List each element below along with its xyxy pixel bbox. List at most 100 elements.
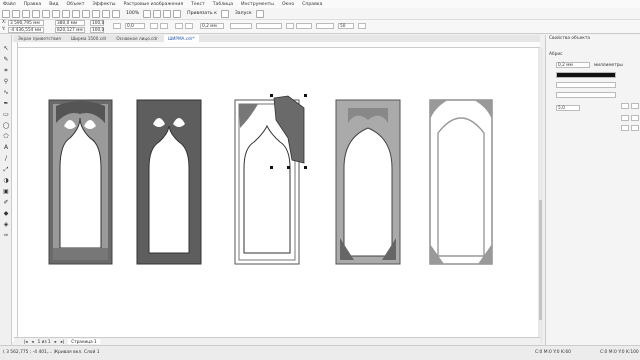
page-tab[interactable]: Страница 1 xyxy=(68,338,100,344)
freehand-tool-icon[interactable]: ∿ xyxy=(2,89,10,97)
pick-tool-icon[interactable]: ↖ xyxy=(2,45,10,53)
outline-color-info[interactable]: C:0 M:0 Y:0 K:100 xyxy=(600,350,639,355)
close-curve-icon[interactable] xyxy=(286,23,294,29)
outline-width-field[interactable]: 0,2 мм xyxy=(200,23,224,29)
menu-window[interactable]: Окно xyxy=(282,2,294,7)
rotation-angle-field[interactable]: 0,0 xyxy=(125,23,145,29)
corner-value-input[interactable]: 5,0 xyxy=(556,105,580,111)
show-grid-icon[interactable] xyxy=(163,9,172,18)
last-page-icon[interactable]: ▸| xyxy=(61,339,65,344)
paste-icon[interactable] xyxy=(62,9,70,18)
menu-object[interactable]: Объект xyxy=(67,2,85,7)
selection-handle[interactable] xyxy=(304,166,307,169)
smart-fill-icon[interactable]: ◈ xyxy=(2,221,10,229)
position-outside-icon[interactable] xyxy=(631,125,639,131)
copy-icon[interactable] xyxy=(52,9,60,18)
lock-ratio-icon[interactable] xyxy=(113,23,121,29)
ellipse-tool-icon[interactable]: ◯ xyxy=(2,122,10,130)
cut-icon[interactable] xyxy=(42,9,50,18)
blend-tool-icon[interactable]: ◑ xyxy=(2,177,10,185)
mirror-horizontal-icon[interactable] xyxy=(150,23,158,29)
undo-icon[interactable] xyxy=(72,9,80,18)
menu-file[interactable]: Файл xyxy=(3,2,16,7)
selection-handle[interactable] xyxy=(304,94,307,97)
tab-welcome[interactable]: Экран приветствия xyxy=(14,35,65,42)
menu-tools[interactable]: Инструменты xyxy=(241,2,274,7)
line-cap-icon[interactable] xyxy=(621,115,629,121)
zoom-tool-icon[interactable]: ⚲ xyxy=(2,78,10,86)
menu-edit[interactable]: Правка xyxy=(24,2,41,7)
prev-page-icon[interactable]: ◂ xyxy=(32,339,34,344)
options-icon[interactable] xyxy=(255,9,264,18)
text-tool-icon[interactable]: A xyxy=(2,144,10,152)
selection-handle[interactable] xyxy=(270,94,273,97)
line-style-select[interactable] xyxy=(556,82,616,88)
envelope-icon[interactable] xyxy=(296,23,312,29)
drawing-canvas[interactable] xyxy=(18,48,538,338)
rectangle-tool-icon[interactable]: ▭ xyxy=(2,111,10,119)
menu-view[interactable]: Вид xyxy=(49,2,58,7)
gothic-panel-outline[interactable] xyxy=(429,99,493,265)
import-icon[interactable] xyxy=(92,9,100,18)
print-icon[interactable] xyxy=(32,9,40,18)
number-field[interactable]: 50 xyxy=(338,23,354,29)
unit-label[interactable]: миллиметры xyxy=(594,63,623,68)
tab-main-face[interactable]: Оснавное лицо.cdr xyxy=(112,35,161,42)
connector-tool-icon[interactable]: ⤢ xyxy=(2,166,10,174)
mirror-vertical-icon[interactable] xyxy=(160,23,168,29)
trim-icon[interactable] xyxy=(185,23,193,29)
x-position-field[interactable]: 3 590,795 мм xyxy=(8,20,44,26)
transparency-tool-icon[interactable]: ▣ xyxy=(2,188,10,196)
redo-icon[interactable] xyxy=(82,9,90,18)
menu-text[interactable]: Текст xyxy=(191,2,205,7)
new-file-icon[interactable] xyxy=(2,9,10,18)
smoothing-icon[interactable] xyxy=(316,23,334,29)
first-page-icon[interactable]: |◂ xyxy=(24,339,28,344)
line-style-dropdown[interactable] xyxy=(230,23,252,29)
show-guides-icon[interactable] xyxy=(173,9,182,18)
shape-tool-icon[interactable]: ✎ xyxy=(2,56,10,64)
outline-pen-icon[interactable]: ✑ xyxy=(2,232,10,240)
line-end-dropdown[interactable] xyxy=(256,23,282,29)
export-icon[interactable] xyxy=(102,9,110,18)
fill-color-info[interactable]: C:0 M:0 Y:0 K:60 xyxy=(535,350,571,355)
line-end-select[interactable] xyxy=(556,92,616,98)
artistic-media-icon[interactable]: ✒ xyxy=(2,100,10,108)
eyedropper-tool-icon[interactable]: ✐ xyxy=(2,199,10,207)
height-field[interactable]: 820,127 мм xyxy=(55,27,85,33)
publish-pdf-icon[interactable] xyxy=(112,9,120,18)
width-field[interactable]: 380,0 мм xyxy=(55,20,85,26)
snap-to-dropdown[interactable]: Привязать к xyxy=(187,11,217,16)
crop-tool-icon[interactable]: ⌗ xyxy=(2,67,10,75)
launch-dropdown[interactable]: Запуск xyxy=(235,11,252,16)
settings-icon[interactable] xyxy=(220,9,229,18)
selection-handle[interactable] xyxy=(270,166,273,169)
open-file-icon[interactable] xyxy=(12,9,20,18)
polygon-tool-icon[interactable]: ⬠ xyxy=(2,133,10,141)
gothic-panel-dark[interactable] xyxy=(136,99,202,265)
menu-bitmaps[interactable]: Растровые изображения xyxy=(123,2,183,7)
line-join-icon[interactable] xyxy=(631,115,639,121)
show-rulers-icon[interactable] xyxy=(153,9,162,18)
menu-table[interactable]: Таблица xyxy=(213,2,233,7)
scrollbar-thumb[interactable] xyxy=(539,200,542,320)
union-icon[interactable] xyxy=(175,23,183,29)
selection-handle[interactable] xyxy=(287,166,290,169)
fill-tool-icon[interactable]: ◆ xyxy=(2,210,10,218)
position-inside-icon[interactable] xyxy=(621,125,629,131)
gothic-panel-selected[interactable] xyxy=(234,94,307,265)
tab-shirma-active[interactable]: ШИРМА.cdr* xyxy=(163,35,199,42)
save-icon[interactable] xyxy=(22,9,30,18)
full-screen-icon[interactable] xyxy=(143,9,152,18)
outline-width-input[interactable]: 0,2 мм xyxy=(556,62,590,68)
outline-color-swatch[interactable] xyxy=(556,72,616,78)
tab-shirma-1500[interactable]: Ширма 1500.cdr xyxy=(67,35,111,42)
scale-y-field[interactable]: 100,0 xyxy=(90,27,104,33)
gothic-panel-detailed[interactable] xyxy=(48,99,113,265)
next-page-icon[interactable]: ▸ xyxy=(55,339,57,344)
menu-help[interactable]: Справка xyxy=(302,2,322,7)
corner-bevel-icon[interactable] xyxy=(631,103,639,109)
corner-round-icon[interactable] xyxy=(621,103,629,109)
menu-effects[interactable]: Эффекты xyxy=(93,2,116,7)
gothic-panel-light[interactable] xyxy=(335,99,401,265)
